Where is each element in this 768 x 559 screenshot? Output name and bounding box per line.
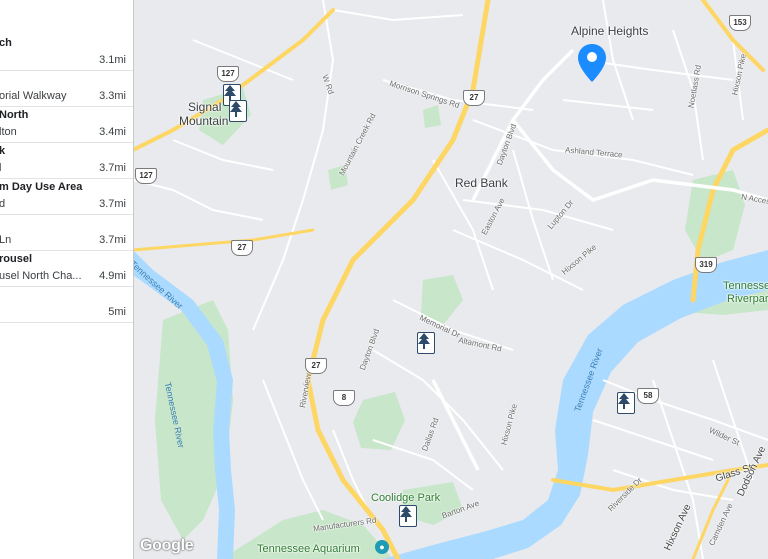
- tree-icon: [230, 101, 242, 117]
- result-item[interactable]: Ln 3.7mi: [0, 214, 133, 251]
- tree-icon: [418, 333, 430, 349]
- result-distance: 3.1mi: [96, 54, 126, 66]
- map-canvas[interactable]: Alpine Heights Signal Mountain Red Bank …: [128, 0, 768, 559]
- result-item[interactable]: 5mi: [0, 286, 133, 323]
- tree-icon: [400, 506, 412, 522]
- result-item[interactable]: orial Walkway 3.3mi: [0, 70, 133, 107]
- route-shield-8: 8: [333, 390, 355, 406]
- tree-icon: [224, 85, 236, 101]
- result-item[interactable]: k l 3.7mi: [0, 142, 133, 179]
- route-shield-58: 58: [637, 388, 659, 404]
- result-name: m Day Use Area: [0, 181, 83, 193]
- tennessee-aquarium-label: Tennessee Aquarium: [257, 543, 360, 555]
- red-bank-label: Red Bank: [455, 176, 508, 190]
- result-distance: 4.9mi: [96, 270, 126, 282]
- results-panel: ch 3.1mi orial Walkway 3.3mi North lton …: [0, 0, 134, 559]
- result-name: k: [0, 145, 5, 157]
- route-shield-127: 127: [217, 66, 239, 82]
- result-address: lton: [0, 126, 17, 138]
- result-distance: 3.7mi: [96, 198, 126, 210]
- result-address: orial Walkway: [0, 90, 67, 102]
- result-address: Ln: [0, 234, 12, 246]
- tennessee-riverpark-label-2: Riverpark: [727, 293, 768, 305]
- park-marker[interactable]: [417, 332, 435, 354]
- fish-icon[interactable]: ●: [375, 540, 389, 554]
- tennessee-riverpark-label: Tennessee: [723, 280, 768, 292]
- tree-icon: [618, 393, 630, 409]
- route-shield-27: 27: [305, 358, 327, 374]
- result-address: usel North Cha...: [0, 270, 82, 282]
- result-item[interactable]: rousel usel North Cha... 4.9mi: [0, 250, 133, 287]
- result-address: l: [0, 162, 1, 174]
- park-marker[interactable]: [399, 505, 417, 527]
- signal-mountain-label: Signal: [188, 100, 222, 114]
- result-name: ch: [0, 37, 12, 49]
- park-marker[interactable]: [229, 100, 247, 122]
- route-shield-127: 127: [135, 168, 157, 184]
- signal-mountain-label-2: Mountain: [179, 114, 229, 128]
- result-distance: 5mi: [105, 306, 126, 318]
- result-address: d: [0, 198, 5, 210]
- result-item[interactable]: m Day Use Area d 3.7mi: [0, 178, 133, 215]
- google-logo: Google: [140, 537, 194, 554]
- alpine-heights-label: Alpine Heights: [571, 24, 649, 38]
- route-shield-27: 27: [231, 240, 253, 256]
- result-distance: 3.4mi: [96, 126, 126, 138]
- result-distance: 3.3mi: [96, 90, 126, 102]
- coolidge-park-label: Coolidge Park: [371, 492, 441, 504]
- route-shield-319: 319: [695, 257, 717, 273]
- result-distance: 3.7mi: [96, 234, 126, 246]
- route-shield-153: 153: [729, 15, 751, 31]
- result-item[interactable]: North lton 3.4mi: [0, 106, 133, 143]
- park-marker[interactable]: [617, 392, 635, 414]
- result-name: rousel: [0, 253, 33, 265]
- result-distance: 3.7mi: [96, 162, 126, 174]
- result-name: North: [0, 109, 29, 121]
- route-shield-27: 27: [463, 90, 485, 106]
- result-item[interactable]: ch 3.1mi: [0, 34, 133, 71]
